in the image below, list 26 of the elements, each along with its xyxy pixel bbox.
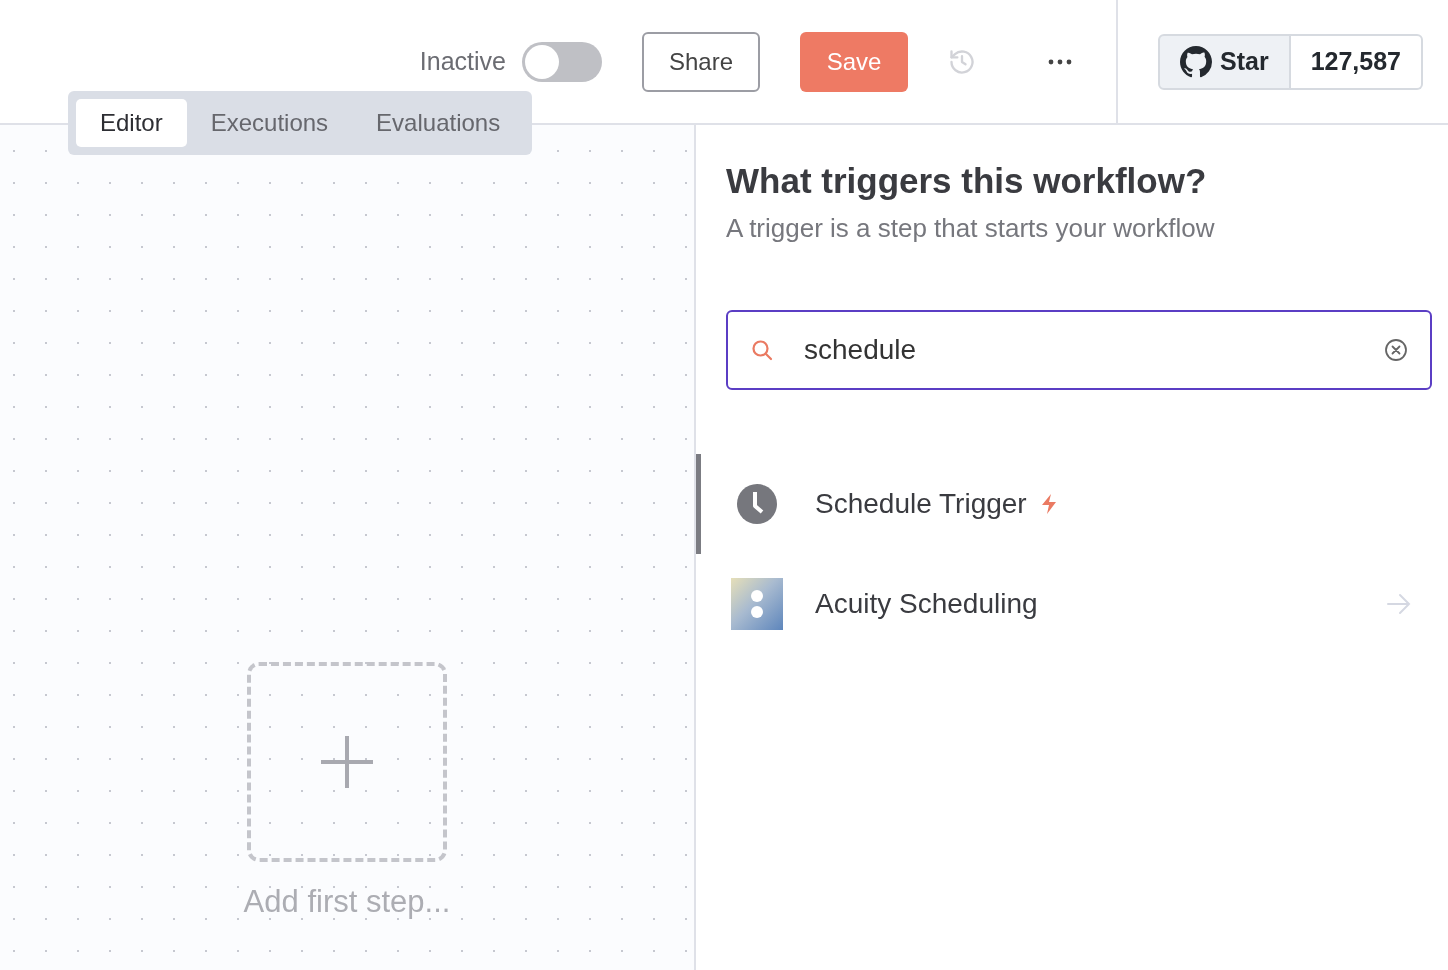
add-step-button[interactable] [247, 662, 447, 862]
view-tab[interactable]: Executions [186, 99, 353, 147]
node-name: Schedule Trigger [815, 488, 1027, 520]
search-field[interactable]: schedule [726, 310, 1432, 390]
view-tab[interactable]: Evaluations [352, 99, 525, 147]
arrow-right-icon [1386, 592, 1412, 616]
active-toggle[interactable] [522, 41, 602, 82]
github-icon [1180, 45, 1212, 78]
status-label: Inactive [419, 47, 506, 76]
clock-icon [736, 483, 778, 525]
panel-subtitle: A trigger is a step that starts your workflow [726, 213, 1216, 244]
github-star-button[interactable]: Star [1158, 33, 1291, 90]
history-icon[interactable] [948, 47, 976, 76]
search-icon [750, 338, 774, 362]
node-name: Acuity Scheduling [815, 588, 1038, 620]
add-step-label: Add first step... [243, 884, 451, 920]
app-logo-icon [731, 578, 783, 630]
node-item[interactable]: Schedule Trigger [696, 454, 1432, 554]
more-icon[interactable] [1048, 58, 1072, 65]
star-count[interactable]: 127,587 [1290, 33, 1423, 90]
star-label: Star [1220, 47, 1269, 76]
share-button[interactable]: Share [642, 31, 760, 92]
panel-title: What triggers this workflow? [726, 161, 1208, 201]
view-tab[interactable]: Editor [76, 99, 187, 147]
clear-icon[interactable] [1384, 338, 1408, 362]
node-item[interactable]: Acuity Scheduling [696, 554, 1432, 654]
